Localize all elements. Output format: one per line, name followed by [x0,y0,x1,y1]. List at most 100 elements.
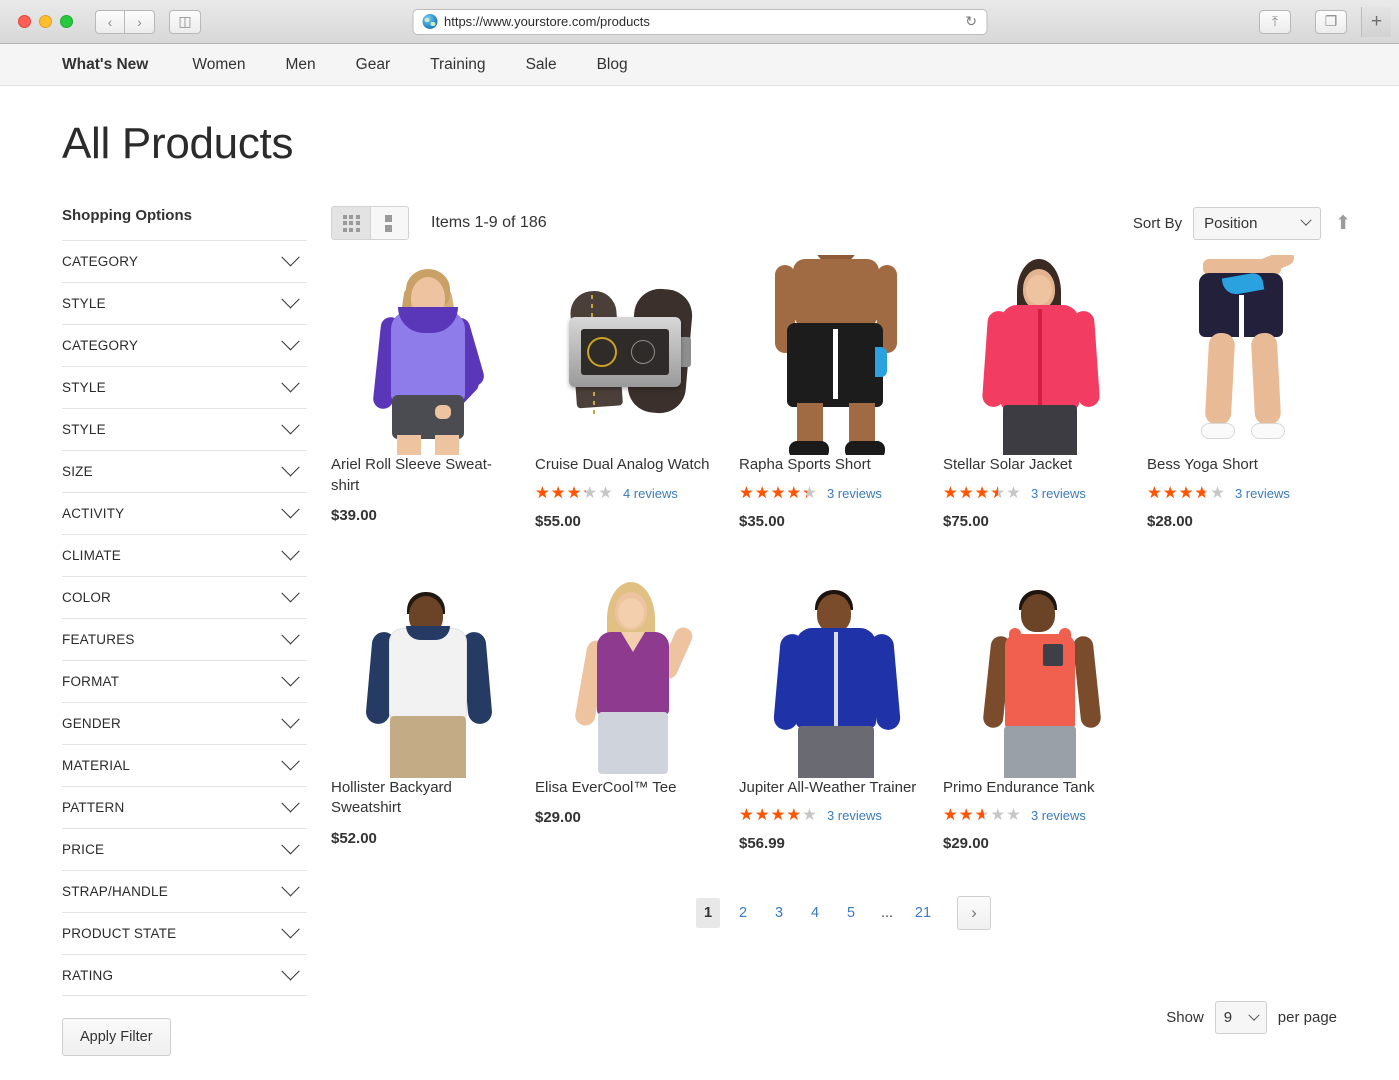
filter-item[interactable]: GENDER [62,702,307,744]
product-image[interactable] [331,577,519,778]
apply-filter-button[interactable]: Apply Filter [62,1018,171,1056]
product-card[interactable]: Elisa EverCool™ Tee $29.00 [535,577,739,853]
reload-icon[interactable]: ↻ [965,13,977,30]
sort-by-select[interactable]: Position [1193,206,1322,240]
product-card[interactable]: Hollister Backyard Sweatshirt $52.00 [331,577,535,853]
sidebar-toggle-button[interactable]: ◫ [169,9,201,34]
product-name[interactable]: Cruise Dual Analog Watch [535,456,710,473]
product-image[interactable] [535,255,723,455]
product-card[interactable]: Rapha Sports Short ★★★★★★★★★★ 3 reviews $35… [739,255,943,530]
pagination-page[interactable]: 4 [802,898,828,928]
filter-label: CATEGORY [62,338,139,353]
back-button[interactable]: ‹ [95,9,125,34]
product-image[interactable] [943,577,1131,778]
product-name[interactable]: Elisa EverCool™ Tee [535,779,676,796]
product-image[interactable] [943,255,1131,455]
filter-label: FEATURES [62,632,135,647]
address-bar[interactable]: https://www.yourstore.com/products ↻ [412,8,987,35]
filter-item[interactable]: STYLE [62,366,307,408]
product-card[interactable]: Jupiter All-Weather Trainer ★★★★★★★★★★ 3 r… [739,577,943,852]
nav-item-men[interactable]: Men [286,56,316,74]
nav-item-women[interactable]: Women [192,56,245,74]
per-page-select[interactable]: 9 [1214,1001,1267,1034]
product-illustration [331,255,519,455]
pagination-page[interactable]: 2 [730,898,756,928]
filter-item[interactable]: PRICE [62,828,307,870]
pagination-page[interactable]: 21 [910,898,936,928]
product-name[interactable]: Jupiter All-Weather Trainer [739,779,916,796]
nav-item-whats-new[interactable]: What's New [62,56,148,74]
minimize-window-button[interactable] [39,15,52,28]
product-reviews-link[interactable]: 3 reviews [1235,486,1290,501]
filter-label: PRODUCT STATE [62,926,177,941]
product-card[interactable]: Ariel Roll Sleeve Sweat-shirt $39.00 [331,255,535,530]
pagination: 1 2 3 4 5... 21 › [331,896,1351,931]
new-tab-button[interactable]: + [1361,6,1391,37]
filter-label: ACTIVITY [62,506,125,521]
pagination-current-page[interactable]: 1 [696,898,720,929]
product-reviews-link[interactable]: 4 reviews [623,486,678,501]
product-reviews-link[interactable]: 3 reviews [1031,808,1086,823]
product-name[interactable]: Primo Endurance Tank [943,779,1094,796]
product-name[interactable]: Rapha Sports Short [739,456,871,473]
product-reviews-link[interactable]: 3 reviews [827,808,882,823]
maximize-window-button[interactable] [60,15,73,28]
items-count-label: Items 1-9 of 186 [431,214,547,231]
product-listing-main: Items 1-9 of 186 Sort By Position ⬆ Arie… [307,195,1351,1056]
filter-item[interactable]: STYLE [62,408,307,450]
star-rating-icon: ★★★★★★★★★★ [739,805,818,825]
product-name[interactable]: Ariel Roll Sleeve Sweat-shirt [331,456,492,494]
filter-item[interactable]: CATEGORY [62,240,307,282]
product-card[interactable]: Stellar Solar Jacket ★★★★★★★★★★ 3 reviews $… [943,255,1147,530]
product-price: $28.00 [1147,512,1193,530]
filter-item[interactable]: COLOR [62,576,307,618]
product-name[interactable]: Stellar Solar Jacket [943,456,1072,473]
product-card[interactable]: Primo Endurance Tank ★★★★★★★★★★ 3 reviews $… [943,577,1147,852]
filter-item[interactable]: ACTIVITY [62,492,307,534]
product-illustration [739,255,927,455]
filter-item[interactable]: PATTERN [62,786,307,828]
filter-item[interactable]: CATEGORY [62,324,307,366]
product-image[interactable] [739,577,927,778]
pagination-page[interactable]: 3 [766,898,792,928]
filter-item[interactable]: PRODUCT STATE [62,912,307,954]
product-name[interactable]: Bess Yoga Short [1147,456,1258,473]
arrow-up-icon[interactable]: ⬆ [1335,214,1351,233]
share-icon[interactable]: ⤒ [1259,9,1291,34]
nav-item-training[interactable]: Training [430,56,485,74]
chevron-down-icon [1300,214,1312,226]
product-card[interactable]: Bess Yoga Short ★★★★★★★★★★ 3 reviews $28.00 [1147,255,1351,530]
pagination-page[interactable]: 5 [838,898,864,928]
sort-by-label: Sort By [1132,214,1183,232]
nav-item-blog[interactable]: Blog [597,56,628,74]
product-name[interactable]: Hollister Backyard Sweatshirt [331,779,452,817]
filter-item[interactable]: STRAP/HANDLE [62,870,307,912]
sort-controls: Sort By Position ⬆ [1132,206,1351,240]
nav-item-sale[interactable]: Sale [526,56,557,74]
next-page-button[interactable]: › [957,896,991,931]
product-image[interactable] [331,255,519,455]
list-view-icon[interactable] [370,207,408,239]
nav-item-gear[interactable]: Gear [356,56,390,74]
product-image[interactable] [1147,255,1335,455]
grid-view-icon[interactable] [332,207,370,239]
filter-item[interactable]: SIZE [62,450,307,492]
product-image[interactable] [739,255,927,455]
forward-button[interactable]: › [125,9,155,34]
close-window-button[interactable] [18,15,31,28]
navigation-buttons: ‹ › [95,9,155,34]
filter-item[interactable]: FEATURES [62,618,307,660]
sidebar-heading: Shopping Options [62,207,192,224]
product-reviews-link[interactable]: 3 reviews [1031,486,1086,501]
filter-item[interactable]: MATERIAL [62,744,307,786]
filter-item[interactable]: STYLE [62,282,307,324]
site-navigation: What's New Women Men Gear Training Sale … [0,44,1399,86]
filter-item[interactable]: CLIMATE [62,534,307,576]
filter-item[interactable]: FORMAT [62,660,307,702]
filter-item[interactable]: RATING [62,954,307,996]
tabs-icon[interactable]: ❐ [1315,9,1347,34]
page-container: All Products Shopping Options CATEGORY ST… [0,119,1399,1056]
product-image[interactable] [535,577,723,778]
product-reviews-link[interactable]: 3 reviews [827,486,882,501]
product-card[interactable]: Cruise Dual Analog Watch ★★★★★★★★★★ 4 revi… [535,255,739,530]
